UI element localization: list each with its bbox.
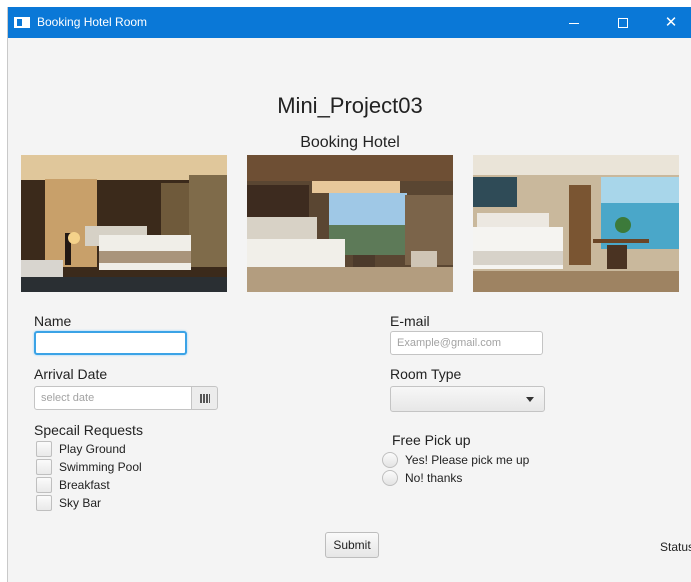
maximize-button[interactable] bbox=[600, 7, 646, 38]
email-label: E-mail bbox=[390, 313, 430, 329]
name-input[interactable] bbox=[34, 331, 187, 355]
calendar-button[interactable] bbox=[191, 386, 218, 410]
arrival-date-label: Arrival Date bbox=[34, 366, 108, 382]
close-button[interactable]: ✕ bbox=[648, 7, 691, 38]
minimize-button[interactable] bbox=[551, 7, 597, 38]
app-window: Booking Hotel Room ✕ Mini_Project03 Book… bbox=[7, 7, 691, 582]
page-title: Mini_Project03 bbox=[277, 93, 423, 118]
checkbox-label-breakfast: Breakfast bbox=[59, 478, 110, 492]
special-requests-label: Specail Requests bbox=[34, 422, 143, 438]
title-bar[interactable]: Booking Hotel Room ✕ bbox=[8, 7, 691, 38]
name-label: Name bbox=[34, 313, 72, 329]
room-type-select[interactable] bbox=[390, 386, 545, 412]
radio-label-pickup-yes: Yes! Please pick me up bbox=[405, 453, 530, 467]
room-photo-2 bbox=[247, 155, 453, 292]
free-pickup-label: Free Pick up bbox=[392, 432, 471, 448]
app-icon bbox=[14, 17, 30, 28]
page-subtitle: Booking Hotel bbox=[300, 134, 400, 151]
arrival-date-input[interactable] bbox=[34, 386, 192, 410]
status-label: Status bbox=[660, 540, 691, 554]
checkbox-label-play-ground: Play Ground bbox=[59, 442, 126, 456]
radio-label-pickup-no: No! thanks bbox=[405, 471, 463, 485]
submit-button[interactable]: Submit bbox=[325, 532, 379, 558]
checkbox-label-swimming-pool: Swimming Pool bbox=[59, 460, 142, 474]
window-title: Booking Hotel Room bbox=[37, 15, 148, 29]
room-photo-3 bbox=[473, 155, 679, 292]
checkbox-breakfast[interactable] bbox=[36, 477, 52, 493]
minimize-icon bbox=[569, 23, 579, 24]
checkbox-play-ground[interactable] bbox=[36, 441, 52, 457]
room-type-label: Room Type bbox=[390, 366, 462, 382]
room-photo-1 bbox=[21, 155, 227, 292]
maximize-icon bbox=[618, 18, 628, 28]
radio-pickup-no[interactable] bbox=[382, 470, 398, 486]
checkbox-label-sky-bar: Sky Bar bbox=[59, 496, 102, 510]
checkbox-sky-bar[interactable] bbox=[36, 495, 52, 511]
chevron-down-icon bbox=[526, 397, 534, 402]
calendar-icon bbox=[200, 394, 210, 403]
email-input[interactable] bbox=[390, 331, 543, 355]
radio-pickup-yes[interactable] bbox=[382, 452, 398, 468]
checkbox-swimming-pool[interactable] bbox=[36, 459, 52, 475]
